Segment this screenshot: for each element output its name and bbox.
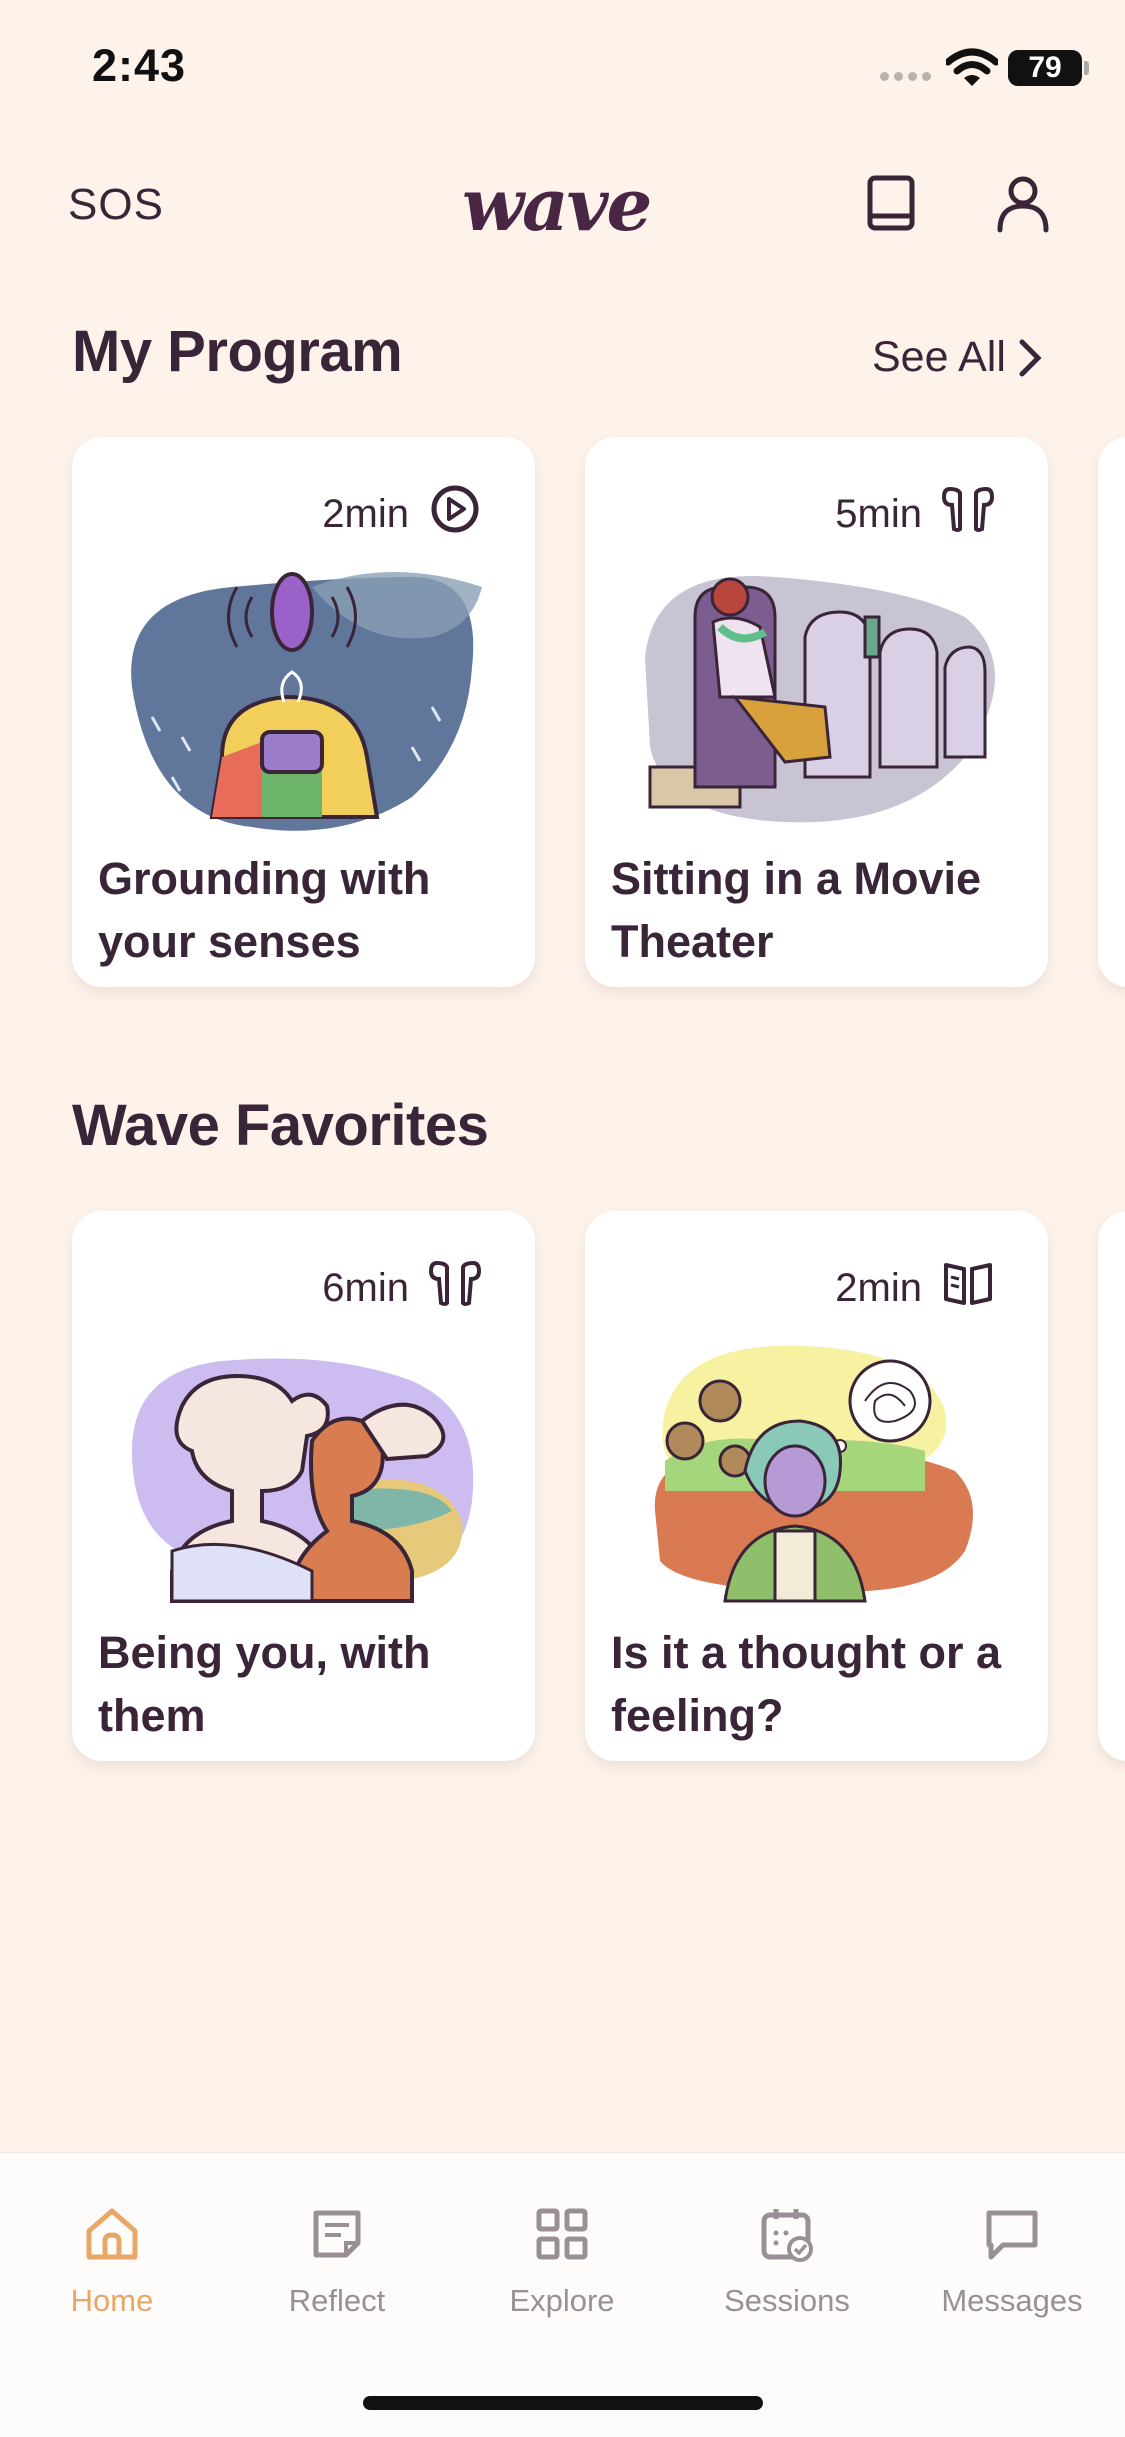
grounding-illustration	[131, 572, 482, 831]
card-title: Is it a thought or a feeling?	[611, 1627, 1001, 1741]
reflect-icon	[313, 2210, 361, 2258]
earbuds-icon	[941, 486, 995, 532]
program-card-grounding[interactable]: 2min Grounding with your senses	[72, 437, 535, 987]
card-duration: 6min	[322, 1266, 409, 1310]
program-card-peek[interactable]	[1098, 437, 1125, 987]
wave-favorites-title: Wave Favorites	[72, 1093, 489, 1158]
status-bar: 2:43 79	[0, 0, 1125, 140]
wifi-icon	[946, 48, 998, 86]
nav-messages[interactable]: Messages	[912, 2203, 1112, 2319]
play-circle-icon	[431, 485, 479, 533]
favorite-card-peek[interactable]	[1098, 1211, 1125, 1761]
message-icon	[986, 2210, 1038, 2260]
nav-home-label: Home	[70, 2283, 154, 2318]
see-all-link[interactable]: See All	[872, 333, 1042, 382]
cellular-signal-icon	[880, 72, 931, 81]
program-card-movie-theater[interactable]: 5min Sitting in a Movie Theater	[585, 437, 1048, 987]
card-title: Being you, with them	[98, 1627, 431, 1741]
favorite-card-thought-or-feeling[interactable]: 2min Is it a thought or a feeling?	[585, 1211, 1048, 1761]
earbuds-icon	[428, 1260, 482, 1306]
book-icon[interactable]	[860, 172, 922, 234]
nav-home[interactable]: Home	[12, 2203, 212, 2319]
calendar-icon	[761, 2209, 813, 2262]
being-you-illustration	[132, 1358, 474, 1603]
card-title: Grounding with your senses	[98, 853, 431, 967]
movie-theater-illustration	[645, 576, 995, 823]
nav-sessions[interactable]: Sessions	[687, 2203, 887, 2319]
battery-tip	[1084, 61, 1089, 75]
favorite-card-being-you[interactable]: 6min Being you, with them	[72, 1211, 535, 1761]
grid-icon	[536, 2208, 588, 2260]
my-program-title: My Program	[72, 319, 403, 384]
bottom-nav: Home Reflect Explore Sessions Messages	[0, 2152, 1125, 2437]
nav-sessions-label: Sessions	[724, 2283, 850, 2318]
card-duration: 5min	[835, 492, 922, 536]
home-indicator	[363, 2396, 763, 2410]
status-time: 2:43	[92, 40, 187, 91]
chevron-right-icon	[1019, 339, 1042, 376]
sos-button[interactable]: SOS	[68, 180, 164, 230]
nav-reflect[interactable]: Reflect	[237, 2203, 437, 2319]
thought-feeling-illustration	[654, 1345, 973, 1603]
open-book-icon	[944, 1263, 992, 1305]
nav-messages-label: Messages	[941, 2283, 1083, 2318]
nav-reflect-label: Reflect	[288, 2283, 386, 2318]
wave-logo: wave	[462, 162, 652, 247]
home-icon	[86, 2208, 138, 2260]
card-duration: 2min	[835, 1266, 922, 1310]
profile-icon[interactable]	[992, 172, 1054, 234]
nav-explore[interactable]: Explore	[462, 2203, 662, 2319]
see-all-label: See All	[872, 333, 1006, 381]
card-title: Sitting in a Movie Theater	[611, 853, 982, 967]
card-duration: 2min	[322, 492, 409, 536]
nav-explore-label: Explore	[509, 2283, 615, 2318]
battery-icon: 79	[1008, 50, 1082, 86]
